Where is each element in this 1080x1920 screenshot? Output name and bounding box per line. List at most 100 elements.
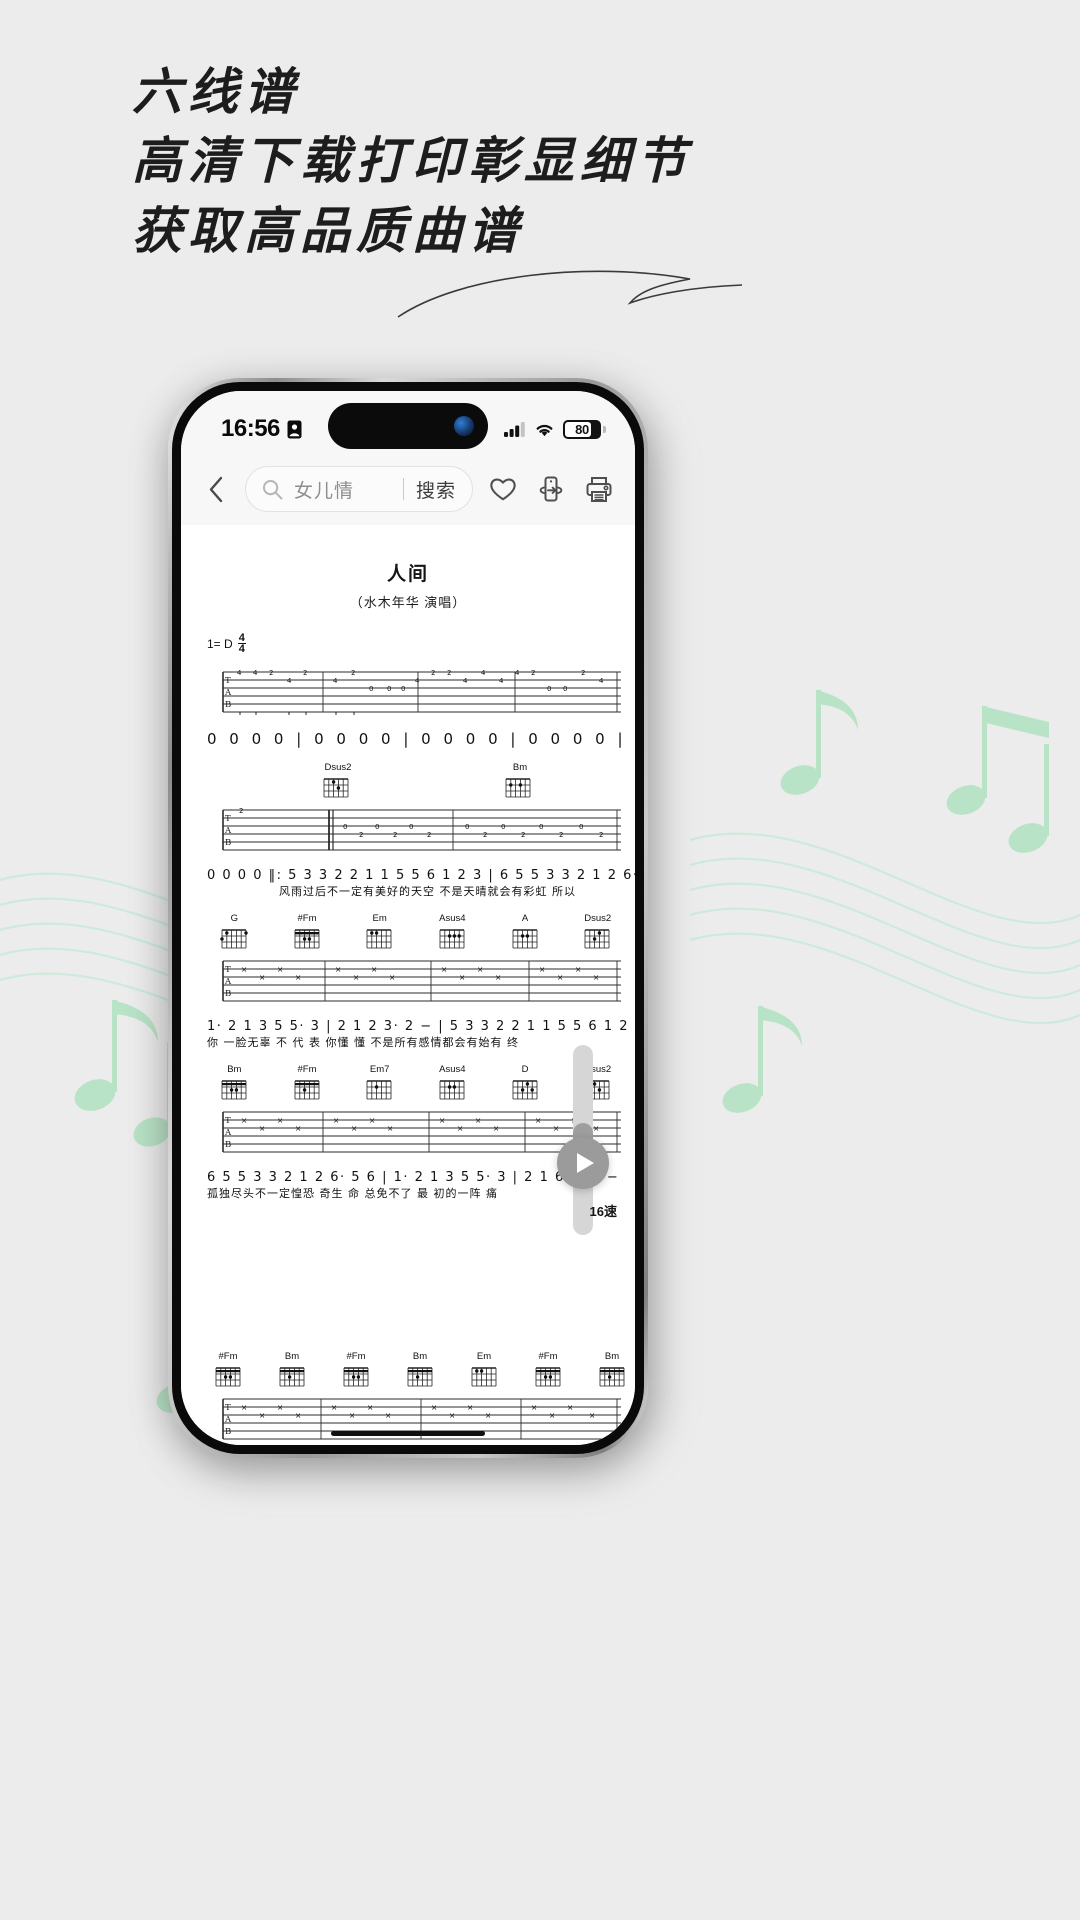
chord-diagram: Bm — [219, 1064, 250, 1106]
sheet-music-viewer[interactable]: 人间 （水木年华 演唱） 1= D 4 4 T A B 4 4 2 4 2 4 … — [181, 525, 635, 1445]
chord-name: Asus4 — [439, 913, 466, 925]
chord-grid-icon — [366, 929, 392, 949]
headline-line-3: 获取高品质曲谱 — [132, 201, 524, 260]
svg-text:0: 0 — [343, 823, 347, 831]
tab-staff: T A B 2 0 2 0 2 0 2 0 2 0 2 0 2 0 2 — [222, 807, 621, 851]
headline-underline-swoosh — [397, 270, 743, 318]
phone-frame: 16:56 80 女儿情 搜索 人间 （水木年华 演唱） 1= D 4 4 T … — [168, 378, 648, 1458]
svg-text:2: 2 — [239, 807, 243, 815]
chord-name: Dsus2 — [324, 762, 352, 774]
chord-name: Em — [372, 913, 387, 925]
svg-text:×: × — [567, 1403, 573, 1412]
chord-name: #Fm — [538, 1351, 558, 1363]
status-bar-right: 80 — [504, 419, 606, 439]
chord-diagram: D — [510, 1064, 541, 1106]
search-input[interactable]: 女儿情 搜索 — [245, 466, 473, 512]
svg-text:4: 4 — [515, 669, 520, 677]
svg-text:2: 2 — [483, 831, 487, 839]
chord-grid-icon — [512, 929, 538, 949]
jianpu-notes: 0 0 0 0 ‖: 5 3 3 2 2 1 1 5 5 6 1 2 3 | 6… — [207, 868, 635, 884]
chord-grid-icon — [535, 1367, 561, 1387]
svg-text:×: × — [259, 1411, 265, 1420]
svg-text:B: B — [225, 838, 231, 848]
cellular-signal-icon — [504, 422, 525, 437]
svg-text:×: × — [351, 1124, 357, 1133]
svg-text:×: × — [353, 973, 359, 982]
svg-text:2: 2 — [431, 669, 435, 677]
svg-text:×: × — [467, 1403, 473, 1412]
chord-grid-icon — [366, 1080, 392, 1100]
svg-text:×: × — [475, 1116, 481, 1125]
favorite-button[interactable] — [485, 469, 521, 509]
svg-text:×: × — [295, 1124, 301, 1133]
rotate-screen-button[interactable] — [533, 469, 569, 509]
search-submit-button[interactable]: 搜索 — [416, 476, 466, 503]
id-card-icon — [287, 420, 302, 438]
svg-text:4: 4 — [333, 677, 338, 685]
tab-staff: T A B ××× ××× ××× ××× ××× × — [222, 1111, 621, 1153]
chevron-left-icon — [209, 476, 223, 502]
headline-line-1: 六线谱 — [132, 62, 300, 121]
chord-diagram: Em — [364, 913, 395, 955]
phone-mockup: 16:56 80 女儿情 搜索 人间 （水木年华 演唱） 1= D 4 4 T … — [168, 378, 664, 1470]
svg-text:4: 4 — [237, 669, 242, 677]
svg-text:×: × — [549, 1411, 555, 1420]
svg-text:2: 2 — [599, 831, 603, 839]
lyrics-line: 你 一脸无辜 不 代 表 你懂 懂 不是所有感情都会有始有 终 — [207, 1036, 519, 1050]
chord-name: Bm — [412, 1351, 428, 1363]
print-button[interactable] — [581, 469, 617, 509]
chord-name: D — [521, 1064, 529, 1076]
chord-name: #Fm — [297, 1064, 317, 1076]
svg-text:2: 2 — [427, 831, 431, 839]
tab-staff: T A B ××× ××× ××× ××× ××× × — [222, 960, 621, 1002]
rotate-screen-icon — [539, 476, 563, 502]
chord-grid-icon — [407, 1367, 433, 1387]
chord-name: Em7 — [369, 1064, 390, 1076]
svg-text:×: × — [589, 1411, 595, 1420]
svg-text:×: × — [539, 965, 545, 974]
battery-percent: 80 — [575, 421, 589, 437]
svg-text:×: × — [593, 1124, 599, 1133]
song-title: 人间 — [386, 564, 429, 585]
svg-text:×: × — [531, 1403, 537, 1412]
svg-text:×: × — [457, 1124, 463, 1133]
svg-text:×: × — [485, 1411, 491, 1420]
svg-text:×: × — [387, 1124, 393, 1133]
status-bar-left: 16:56 — [221, 415, 302, 443]
chord-name: G — [230, 913, 239, 925]
back-button[interactable] — [199, 469, 233, 509]
heart-icon — [490, 478, 516, 501]
svg-text:×: × — [593, 973, 599, 982]
svg-text:T: T — [225, 1116, 231, 1126]
staff-system-4: Bm #Fm Em7 Asus4 D Dsus2 T A B × × × × ×… — [203, 1064, 621, 1201]
chord-diagram: Bm — [597, 1351, 627, 1393]
chord-diagram: #Fm — [533, 1351, 563, 1393]
front-camera-lens — [454, 416, 474, 436]
svg-text:A: A — [224, 1128, 232, 1138]
svg-text:×: × — [553, 1124, 559, 1133]
staff-system-2: Dsus2 Bm T A B 2 0 2 0 2 0 2 0 2 0 2 0 2… — [203, 762, 635, 899]
svg-text:2: 2 — [351, 669, 355, 677]
key-signature: 1= D 4 4 — [207, 632, 635, 656]
svg-text:0: 0 — [375, 823, 379, 831]
svg-text:×: × — [241, 1116, 247, 1125]
chord-grid-icon — [599, 1367, 625, 1387]
jianpu-row-4: 6 5 5 3 3 2 1 2 6· 5 6 | 1· 2 1 3 5 5· 3… — [203, 1170, 618, 1201]
time-signature-denominator: 4 — [238, 643, 245, 656]
svg-text:×: × — [459, 973, 465, 982]
phone-screen: 16:56 80 女儿情 搜索 人间 （水木年华 演唱） 1= D 4 4 T … — [181, 391, 635, 1445]
svg-text:×: × — [295, 973, 301, 982]
play-button[interactable] — [557, 1137, 609, 1189]
chord-grid-icon — [505, 778, 531, 798]
svg-text:A: A — [224, 826, 232, 836]
svg-text:2: 2 — [559, 831, 563, 839]
svg-text:×: × — [389, 973, 395, 982]
svg-text:4: 4 — [253, 669, 258, 677]
home-indicator[interactable] — [331, 1431, 485, 1436]
jianpu-notes: 0 0 0 0 | 0 0 0 0 | 0 0 0 0 | 0 0 0 0 | … — [207, 730, 635, 749]
svg-text:A: A — [224, 688, 232, 698]
svg-text:×: × — [477, 965, 483, 974]
svg-text:×: × — [493, 1124, 499, 1133]
chord-diagram-row-3: G #Fm Em Asus4 A Dsus2 — [219, 913, 613, 955]
lyrics-line: 风雨过后不一定有美好的天空 不是天晴就会有彩虹 所以 — [279, 885, 576, 899]
